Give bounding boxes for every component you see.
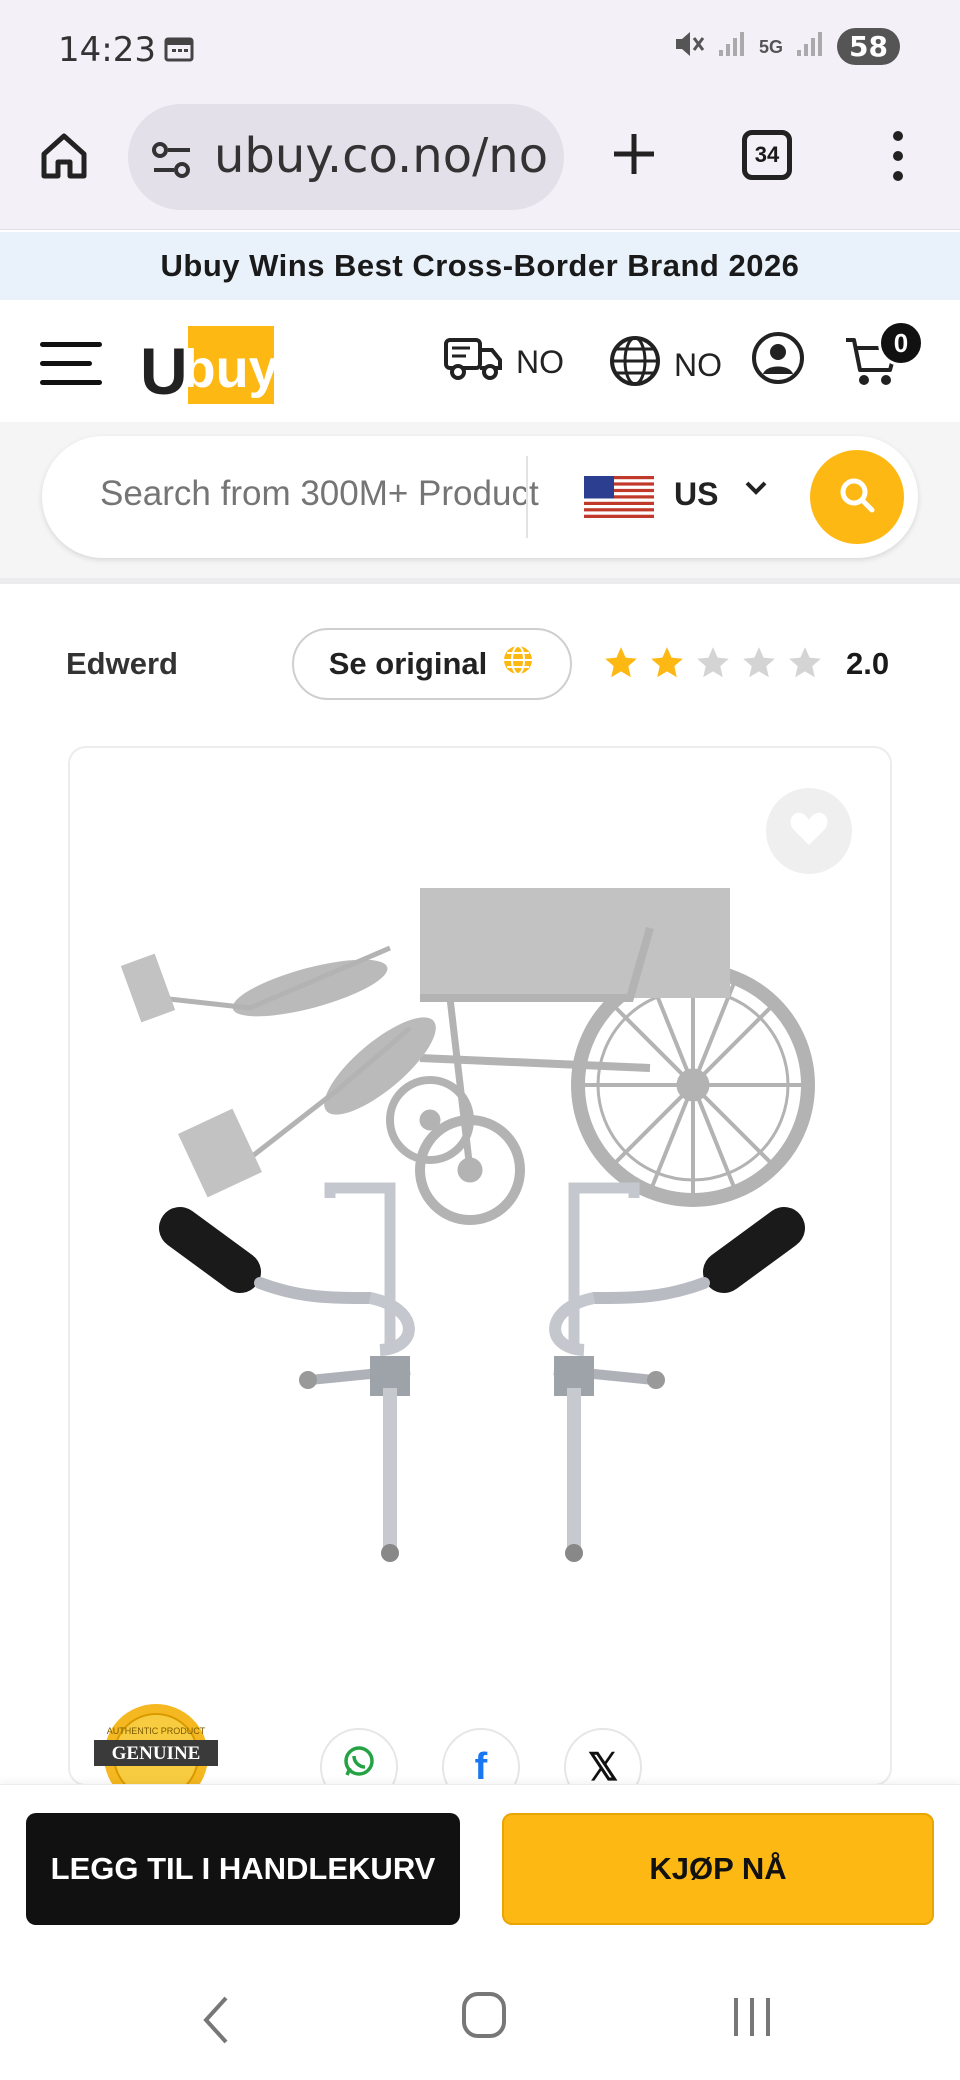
heart-icon <box>789 811 829 852</box>
facebook-share-button[interactable]: f <box>442 1728 520 1784</box>
x-share-button[interactable]: 𝕏 <box>564 1728 642 1784</box>
calendar-icon <box>164 36 194 67</box>
star-empty-icon <box>743 647 775 678</box>
system-navigation-bar <box>0 1950 960 2080</box>
more-menu-icon[interactable] <box>880 126 916 186</box>
site-header: U buy NO NO 0 <box>0 300 960 422</box>
account-icon[interactable] <box>750 330 806 386</box>
search-input[interactable] <box>100 474 540 514</box>
url-text[interactable]: ubuy.co.no/no <box>214 128 548 184</box>
whatsapp-icon <box>341 1744 377 1784</box>
home-nav-icon[interactable] <box>460 1990 508 2045</box>
star-empty-icon <box>697 647 729 678</box>
product-image[interactable] <box>90 888 874 1668</box>
status-bar: 14:23 5G 58 <box>0 0 960 98</box>
promo-banner[interactable]: Ubuy Wins Best Cross-Border Brand 2026 <box>0 232 960 300</box>
globe-icon <box>608 334 662 396</box>
star-empty-icon <box>789 647 821 678</box>
new-tab-icon[interactable] <box>606 126 662 182</box>
tab-switcher-button[interactable]: 34 <box>742 130 792 180</box>
product-brand[interactable]: Edwerd <box>66 646 178 682</box>
whatsapp-share-button[interactable] <box>320 1728 398 1784</box>
mute-icon <box>673 29 705 64</box>
svg-text:AUTHENTIC PRODUCT: AUTHENTIC PRODUCT <box>107 1726 206 1736</box>
hamburger-menu-icon[interactable] <box>40 342 102 386</box>
rating-value: 2.0 <box>846 646 890 681</box>
buy-now-button[interactable]: KJØP NÅ <box>502 1813 934 1925</box>
add-to-cart-button[interactable]: LEGG TIL I HANDLEKURV <box>26 1813 460 1925</box>
cart-icon <box>842 338 902 394</box>
signal-icon-2 <box>795 30 825 63</box>
svg-text:GENUINE: GENUINE <box>112 1743 201 1764</box>
back-icon[interactable] <box>196 1992 236 2053</box>
network-5g-icon: 5G <box>759 36 784 57</box>
site-settings-icon[interactable] <box>150 140 194 185</box>
country-selector[interactable]: US <box>674 476 718 513</box>
browser-toolbar: ubuy.co.no/no 34 <box>0 98 960 230</box>
star-filled-icon <box>605 647 637 678</box>
delivery-truck-icon <box>442 334 504 390</box>
battery-level: 58 <box>837 28 900 65</box>
genuine-badge: AUTHENTIC PRODUCT GENUINE <box>92 1696 220 1784</box>
ubuy-logo[interactable]: U buy <box>140 326 279 404</box>
language-selector[interactable]: NO <box>608 334 722 396</box>
cart-count-badge: 0 <box>878 320 924 366</box>
delivery-country[interactable]: NO <box>442 334 564 390</box>
search-section: US <box>0 422 960 584</box>
globe-icon <box>501 643 535 685</box>
cart-button[interactable]: 0 <box>842 320 924 394</box>
search-bar: US <box>42 436 918 558</box>
status-time: 14:23 <box>58 30 156 70</box>
divider <box>526 456 528 538</box>
signal-icon <box>717 30 747 63</box>
search-button[interactable] <box>810 450 904 544</box>
home-icon[interactable] <box>36 128 92 184</box>
star-filled-icon <box>651 647 683 678</box>
search-icon <box>837 475 877 520</box>
product-image-card: AUTHENTIC PRODUCT GENUINE f 𝕏 <box>68 746 892 1786</box>
see-original-button[interactable]: Se original <box>292 628 572 700</box>
wishlist-button[interactable] <box>766 788 852 874</box>
star-rating <box>602 644 824 682</box>
us-flag-icon[interactable] <box>584 476 654 518</box>
address-bar[interactable]: ubuy.co.no/no <box>128 104 564 210</box>
purchase-action-bar: LEGG TIL I HANDLEKURV KJØP NÅ <box>0 1784 960 1950</box>
recent-apps-icon[interactable] <box>730 1992 774 2047</box>
chevron-down-icon[interactable] <box>744 480 768 501</box>
